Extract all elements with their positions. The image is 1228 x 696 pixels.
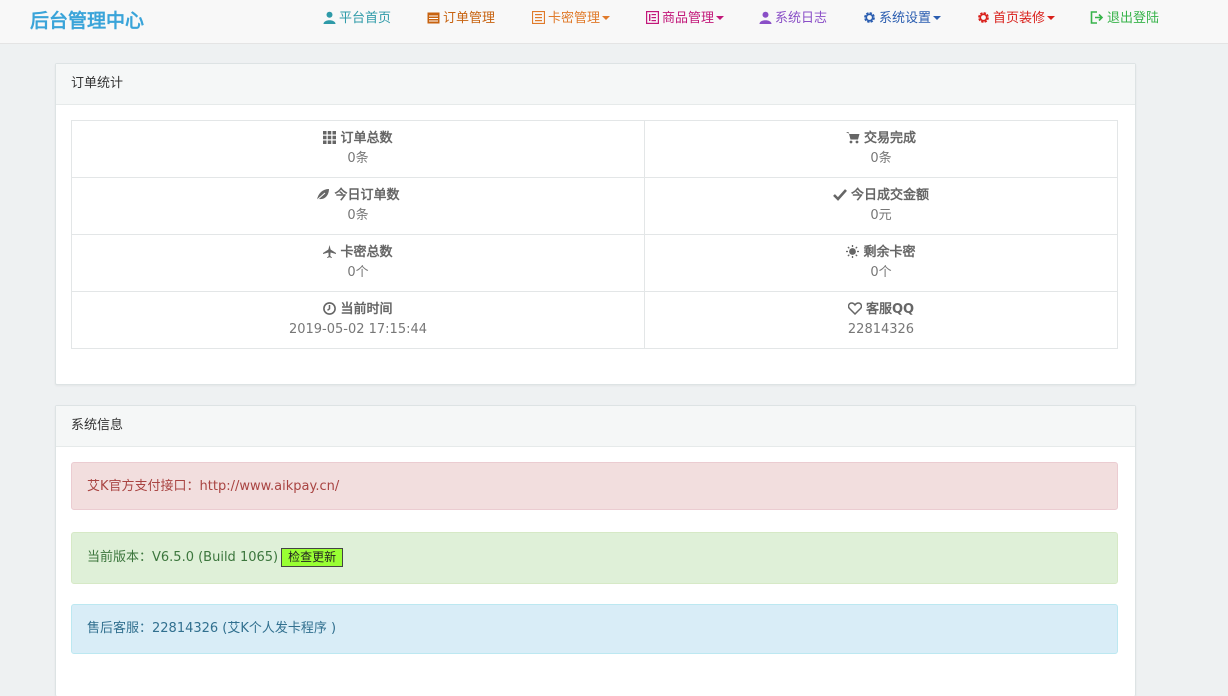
grid-icon xyxy=(323,131,337,144)
system-info-panel: 系统信息 艾K官方支付接口：http://www.aikpay.cn/ 当前版本… xyxy=(55,405,1136,696)
stat-support-qq: 客服QQ 22814326 xyxy=(644,291,1118,349)
stat-label: 订单总数 xyxy=(340,131,393,146)
nav-system-log[interactable]: 系统日志 xyxy=(759,9,827,29)
gear-icon xyxy=(978,12,989,23)
check-icon xyxy=(833,189,847,201)
stat-value: 0元 xyxy=(870,208,892,223)
stat-label: 今日订单数 xyxy=(334,188,400,203)
nav-card-management[interactable]: 卡密管理 xyxy=(531,9,611,29)
stat-value: 0个 xyxy=(347,265,369,280)
order-stats-table: 订单总数 0条 交易完成 0条 今日订单数 0条 今日成交金额 0元 卡密总数 … xyxy=(71,120,1118,349)
payment-api-alert: 艾K官方支付接口：http://www.aikpay.cn/ xyxy=(71,462,1118,510)
nav-label: 订单管理 xyxy=(443,11,496,26)
nav-label: 退出登陆 xyxy=(1107,11,1160,26)
version-alert: 当前版本：V6.5.0 (Build 1065) 检查更新 xyxy=(71,532,1118,584)
stat-remaining-cards: 剩余卡密 0个 xyxy=(644,234,1118,292)
stat-today-amount: 今日成交金额 0元 xyxy=(644,177,1118,235)
table-row: 卡密总数 0个 剩余卡密 0个 xyxy=(71,234,1118,292)
support-alert: 售后客服：22814326 (艾K个人发卡程序 ) xyxy=(71,604,1118,654)
stat-today-orders: 今日订单数 0条 xyxy=(71,177,645,235)
nav-label: 系统日志 xyxy=(775,11,828,26)
stat-value: 0条 xyxy=(347,151,369,166)
user-icon xyxy=(759,11,772,24)
nav-label: 商品管理 xyxy=(662,11,715,26)
chevron-down-icon xyxy=(1047,16,1056,20)
stat-label: 剩余卡密 xyxy=(863,245,916,260)
table-row: 当前时间 2019-05-02 17:15:44 客服QQ 22814326 xyxy=(71,291,1118,349)
heart-icon xyxy=(847,302,863,316)
brand-title[interactable]: 后台管理中心 xyxy=(30,6,144,33)
stat-label: 今日成交金额 xyxy=(850,188,929,203)
chevron-down-icon xyxy=(933,16,942,20)
nav-label: 卡密管理 xyxy=(548,11,601,26)
nav-label: 平台首页 xyxy=(339,11,392,26)
stat-total-orders: 订单总数 0条 xyxy=(71,120,645,178)
stat-label: 客服QQ xyxy=(865,302,915,317)
calendar-icon xyxy=(427,12,440,24)
version-text: 当前版本：V6.5.0 (Build 1065) xyxy=(87,550,279,565)
check-update-button[interactable]: 检查更新 xyxy=(281,548,344,567)
table-row: 订单总数 0条 交易完成 0条 xyxy=(71,120,1118,178)
table-row: 今日订单数 0条 今日成交金额 0元 xyxy=(71,177,1118,235)
stat-completed-trades: 交易完成 0条 xyxy=(644,120,1118,178)
stat-value: 0条 xyxy=(347,208,369,223)
nav-order-management[interactable]: 订单管理 xyxy=(427,9,495,29)
nav-system-settings[interactable]: 系统设置 xyxy=(863,9,942,29)
stat-current-time: 当前时间 2019-05-02 17:15:44 xyxy=(71,291,645,349)
stat-value: 0条 xyxy=(870,151,892,166)
cart-icon xyxy=(845,132,860,144)
nav-homepage-decoration[interactable]: 首页装修 xyxy=(977,9,1056,29)
chevron-down-icon xyxy=(602,16,611,20)
leaf-icon xyxy=(317,189,330,201)
stat-value: 22814326 xyxy=(847,322,915,337)
stat-label: 卡密总数 xyxy=(340,245,393,260)
stat-value: 0个 xyxy=(870,265,892,280)
top-navbar: 后台管理中心 平台首页 订单管理 卡密管理 商品管理 系统日志 系统设置 首页装… xyxy=(0,0,1228,44)
gear-icon xyxy=(864,12,875,23)
nav-logout[interactable]: 退出登陆 xyxy=(1090,9,1159,29)
nav-platform-home[interactable]: 平台首页 xyxy=(323,9,391,29)
nav-product-management[interactable]: 商品管理 xyxy=(645,9,725,29)
logout-icon xyxy=(1090,11,1104,24)
sun-icon xyxy=(846,245,860,258)
chevron-down-icon xyxy=(716,16,725,20)
panel-title: 订单统计 xyxy=(56,64,1135,105)
stat-label: 交易完成 xyxy=(863,131,916,146)
stat-total-cards: 卡密总数 0个 xyxy=(71,234,645,292)
panel-title: 系统信息 xyxy=(56,406,1135,447)
user-icon xyxy=(323,11,336,24)
support-text: 售后客服：22814326 (艾K个人发卡程序 ) xyxy=(87,621,337,636)
nav-label: 系统设置 xyxy=(879,11,932,26)
plane-icon xyxy=(323,245,337,258)
stat-value: 2019-05-02 17:15:44 xyxy=(288,322,428,337)
clock-icon xyxy=(323,302,337,315)
nav-label: 首页装修 xyxy=(993,11,1046,26)
payment-api-text[interactable]: 艾K官方支付接口：http://www.aikpay.cn/ xyxy=(87,479,339,494)
list-icon xyxy=(531,10,546,25)
stat-label: 当前时间 xyxy=(340,302,393,317)
order-stats-panel: 订单统计 订单总数 0条 交易完成 0条 今日订单数 0条 今日成交金额 0元 xyxy=(55,63,1136,385)
book-icon xyxy=(645,10,660,25)
